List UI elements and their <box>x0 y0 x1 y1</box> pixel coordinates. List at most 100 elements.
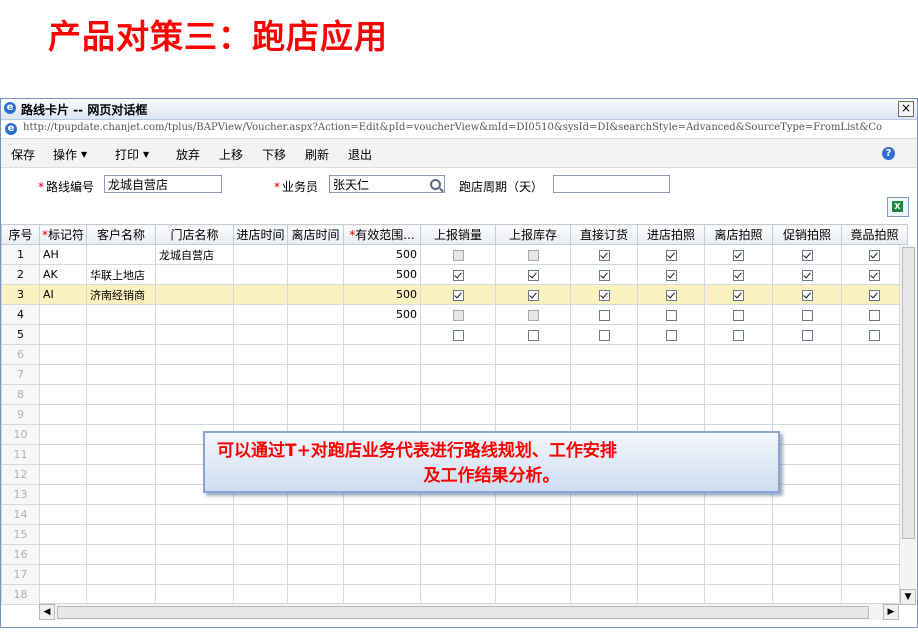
table-row[interactable]: 4 500 <box>1 304 909 325</box>
checkbox[interactable] <box>452 289 464 301</box>
table-cell[interactable] <box>287 384 345 405</box>
table-cell[interactable] <box>287 364 345 385</box>
table-cell[interactable] <box>233 564 289 585</box>
table-cell[interactable] <box>233 304 289 325</box>
table-cell[interactable] <box>637 544 706 565</box>
table-row[interactable]: 15 <box>1 524 909 545</box>
table-cell[interactable] <box>155 544 235 565</box>
table-cell[interactable] <box>155 324 235 345</box>
table-cell[interactable] <box>155 364 235 385</box>
table-cell[interactable] <box>155 564 235 585</box>
table-cell[interactable] <box>38 304 88 325</box>
table-row[interactable]: 8 <box>1 384 909 405</box>
table-cell[interactable] <box>86 444 157 465</box>
table-cell[interactable] <box>841 384 909 405</box>
table-cell[interactable] <box>772 564 843 585</box>
print-menu[interactable]: 打印 ▼ <box>115 146 149 163</box>
table-cell[interactable]: 500 <box>343 304 422 325</box>
checkbox[interactable] <box>869 289 881 301</box>
table-cell[interactable] <box>343 564 422 585</box>
table-cell[interactable] <box>38 344 88 365</box>
table-cell[interactable] <box>343 504 422 525</box>
checkbox[interactable] <box>801 249 813 261</box>
table-cell[interactable] <box>495 524 572 545</box>
excel-export-icon[interactable]: X <box>887 197 909 217</box>
table-cell[interactable] <box>420 584 497 605</box>
table-cell[interactable] <box>38 424 88 445</box>
checkbox[interactable] <box>665 269 677 281</box>
table-row[interactable]: 9 <box>1 404 909 425</box>
checkbox[interactable] <box>527 309 539 321</box>
table-cell[interactable] <box>343 524 422 545</box>
table-cell[interactable] <box>704 584 774 605</box>
table-cell[interactable] <box>704 364 774 385</box>
checkbox[interactable] <box>733 269 745 281</box>
route-code-input[interactable]: 龙城自营店 <box>104 175 222 193</box>
table-cell[interactable] <box>420 404 497 425</box>
table-cell[interactable] <box>570 584 639 605</box>
table-row[interactable]: 5 <box>1 324 909 345</box>
table-row[interactable]: 14 <box>1 504 909 525</box>
table-cell[interactable] <box>287 404 345 425</box>
table-cell[interactable] <box>637 584 706 605</box>
table-cell[interactable] <box>420 524 497 545</box>
table-cell[interactable] <box>38 564 88 585</box>
exit-button[interactable]: 退出 <box>348 146 372 163</box>
table-cell[interactable] <box>841 484 909 505</box>
table-cell[interactable] <box>86 364 157 385</box>
table-cell[interactable] <box>772 404 843 425</box>
table-cell[interactable] <box>420 504 497 525</box>
table-cell[interactable] <box>38 404 88 425</box>
checkbox[interactable] <box>869 309 881 321</box>
table-cell[interactable] <box>343 344 422 365</box>
table-cell[interactable] <box>287 344 345 365</box>
table-cell[interactable] <box>570 564 639 585</box>
table-cell[interactable] <box>704 404 774 425</box>
column-header[interactable]: 直接订货 <box>570 224 639 245</box>
column-header[interactable]: 离店拍照 <box>704 224 774 245</box>
table-cell[interactable] <box>704 344 774 365</box>
table-cell[interactable] <box>495 504 572 525</box>
table-cell[interactable]: AH <box>38 244 88 265</box>
table-cell[interactable] <box>420 344 497 365</box>
table-cell[interactable] <box>233 384 289 405</box>
table-cell[interactable] <box>38 324 88 345</box>
table-cell[interactable] <box>38 464 88 485</box>
table-cell[interactable] <box>343 324 422 345</box>
table-cell[interactable] <box>287 504 345 525</box>
table-cell[interactable] <box>772 344 843 365</box>
table-row[interactable]: 6 <box>1 344 909 365</box>
table-row[interactable]: 1 AH 龙城自营店 500 <box>1 244 909 265</box>
table-cell[interactable] <box>495 584 572 605</box>
checkbox[interactable] <box>452 249 464 261</box>
table-cell[interactable] <box>86 564 157 585</box>
table-cell[interactable] <box>155 384 235 405</box>
table-cell[interactable] <box>86 584 157 605</box>
table-cell[interactable] <box>287 564 345 585</box>
operate-menu[interactable]: 操作 ▼ <box>53 146 87 163</box>
scroll-left-button[interactable]: ◀ <box>39 604 55 620</box>
save-button[interactable]: 保存 <box>11 146 35 163</box>
column-header[interactable]: 离店时间 <box>287 224 345 245</box>
table-cell[interactable] <box>287 544 345 565</box>
checkbox[interactable] <box>733 249 745 261</box>
checkbox[interactable] <box>598 289 610 301</box>
table-cell[interactable]: AI <box>38 284 88 305</box>
horizontal-scrollbar[interactable] <box>39 603 899 620</box>
table-cell[interactable] <box>704 544 774 565</box>
table-cell[interactable] <box>841 524 909 545</box>
table-cell[interactable] <box>233 324 289 345</box>
table-cell[interactable] <box>704 504 774 525</box>
table-cell[interactable] <box>841 464 909 485</box>
table-cell[interactable] <box>570 364 639 385</box>
table-cell[interactable] <box>772 544 843 565</box>
table-cell[interactable]: 500 <box>343 244 422 265</box>
checkbox[interactable] <box>598 249 610 261</box>
column-header[interactable]: 上报库存 <box>495 224 572 245</box>
table-cell[interactable] <box>287 304 345 325</box>
table-cell[interactable] <box>38 444 88 465</box>
table-cell[interactable] <box>570 384 639 405</box>
table-cell[interactable] <box>772 364 843 385</box>
table-cell[interactable] <box>772 384 843 405</box>
table-cell[interactable] <box>38 484 88 505</box>
